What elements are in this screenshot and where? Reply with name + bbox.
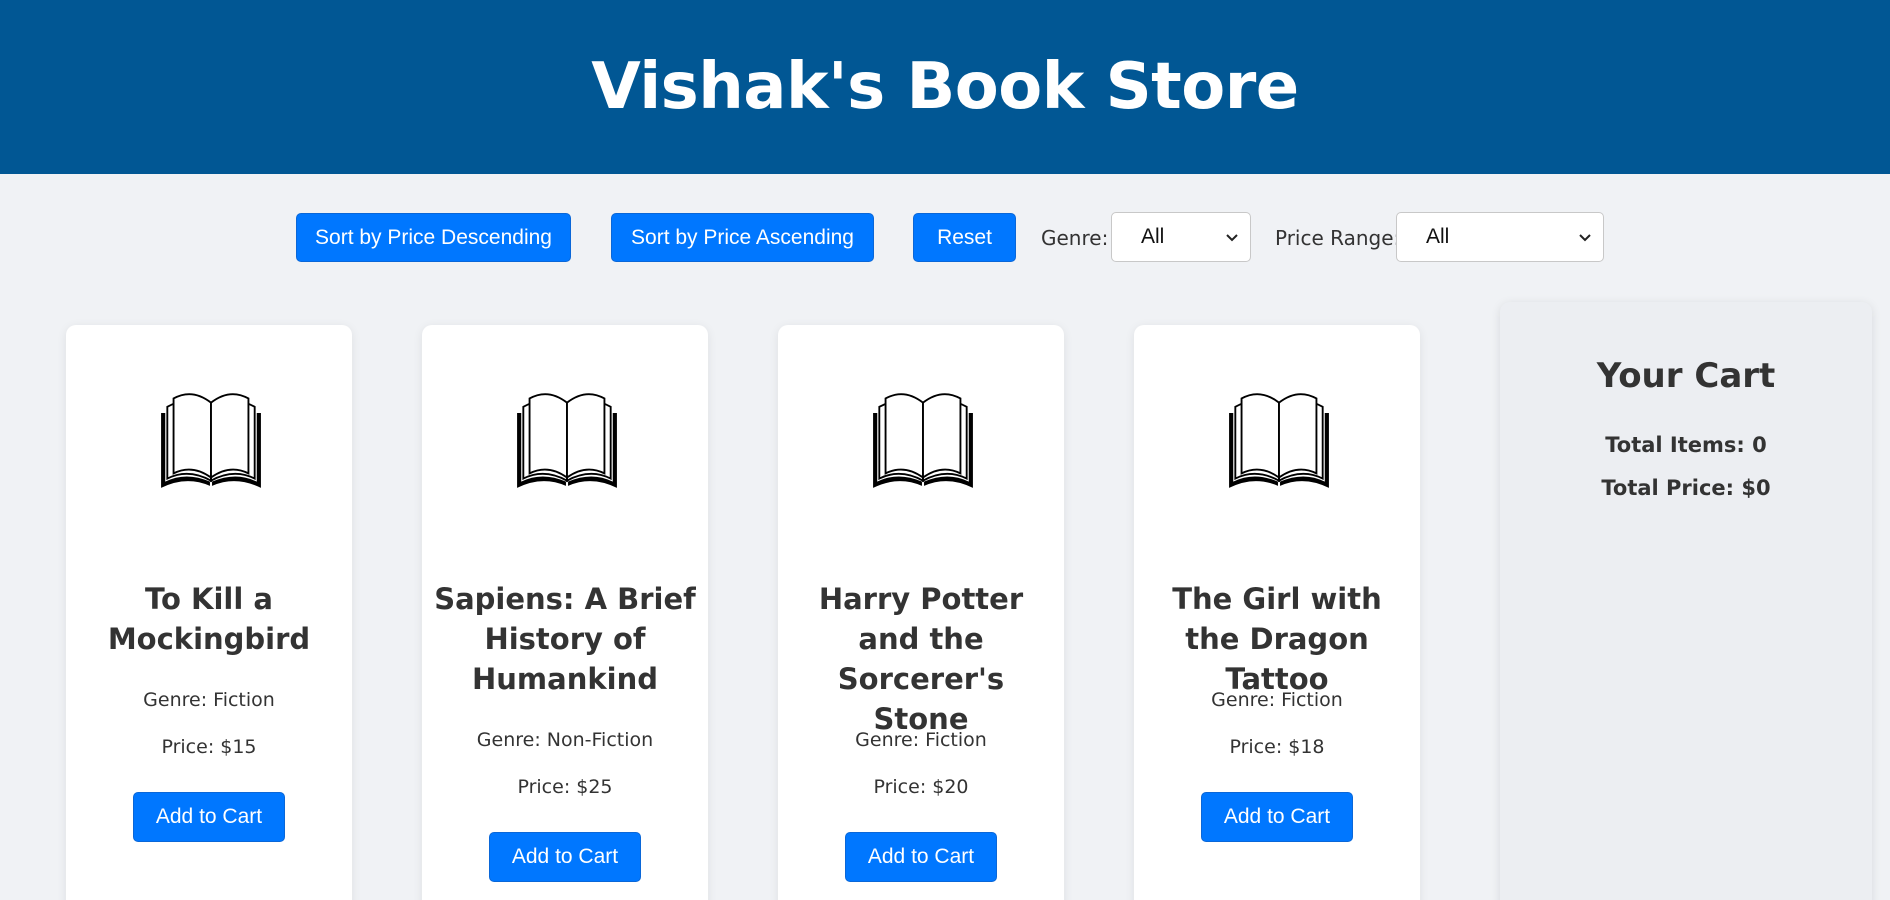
add-to-cart-button[interactable]: Add to Cart	[133, 792, 285, 842]
book-title: Harry Potter and the Sorcerer's Stone	[818, 582, 1024, 736]
price-range-select[interactable]: All	[1396, 212, 1604, 262]
book-card: Sapiens: A Brief History of Humankind Ge…	[422, 325, 708, 900]
sort-asc-button[interactable]: Sort by Price Ascending	[611, 213, 874, 262]
cart-title: Your Cart	[1596, 356, 1776, 396]
price-range-label: Price Range:	[1275, 226, 1401, 250]
open-book-icon	[517, 393, 617, 488]
cart-panel: Your Cart Total Items: 0 Total Price: $0	[1500, 302, 1872, 900]
book-genre: Genre: Non-Fiction	[476, 729, 654, 751]
site-header: Vishak's Book Store	[0, 0, 1890, 174]
add-to-cart-button[interactable]: Add to Cart	[1201, 792, 1353, 842]
book-card: The Girl with the Dragon Tattoo Genre: F…	[1134, 325, 1420, 900]
open-book-icon	[873, 393, 973, 488]
book-price: Price: $18	[1229, 736, 1325, 758]
chevron-down-icon	[1226, 234, 1238, 242]
book-price: Price: $15	[161, 736, 257, 758]
cart-total-items: Total Items: 0	[1605, 433, 1767, 457]
sort-desc-button[interactable]: Sort by Price Descending	[296, 213, 571, 262]
add-to-cart-button[interactable]: Add to Cart	[489, 832, 641, 882]
price-range-select-value: All	[1426, 225, 1450, 248]
genre-label: Genre:	[1041, 226, 1109, 250]
reset-button[interactable]: Reset	[913, 213, 1016, 262]
chevron-down-icon	[1579, 234, 1591, 242]
book-card: To Kill a Mockingbird Genre: Fiction Pri…	[66, 325, 352, 900]
book-price: Price: $20	[873, 776, 969, 798]
book-genre: Genre: Fiction	[855, 729, 987, 751]
book-title: Sapiens: A Brief History of Humankind	[434, 582, 696, 696]
open-book-icon	[1229, 393, 1329, 488]
add-to-cart-button[interactable]: Add to Cart	[845, 832, 997, 882]
store-title: Vishak's Book Store	[591, 50, 1299, 124]
genre-select-value: All	[1141, 225, 1165, 248]
book-genre: Genre: Fiction	[143, 689, 275, 711]
open-book-icon	[161, 393, 261, 488]
cart-total-price: Total Price: $0	[1601, 476, 1771, 500]
book-price: Price: $25	[517, 776, 613, 798]
book-title: The Girl with the Dragon Tattoo	[1172, 582, 1382, 696]
book-genre: Genre: Fiction	[1211, 689, 1343, 711]
book-title: To Kill a Mockingbird	[107, 582, 311, 656]
genre-select[interactable]: All	[1111, 212, 1251, 262]
book-card: Harry Potter and the Sorcerer's Stone Ge…	[778, 325, 1064, 900]
